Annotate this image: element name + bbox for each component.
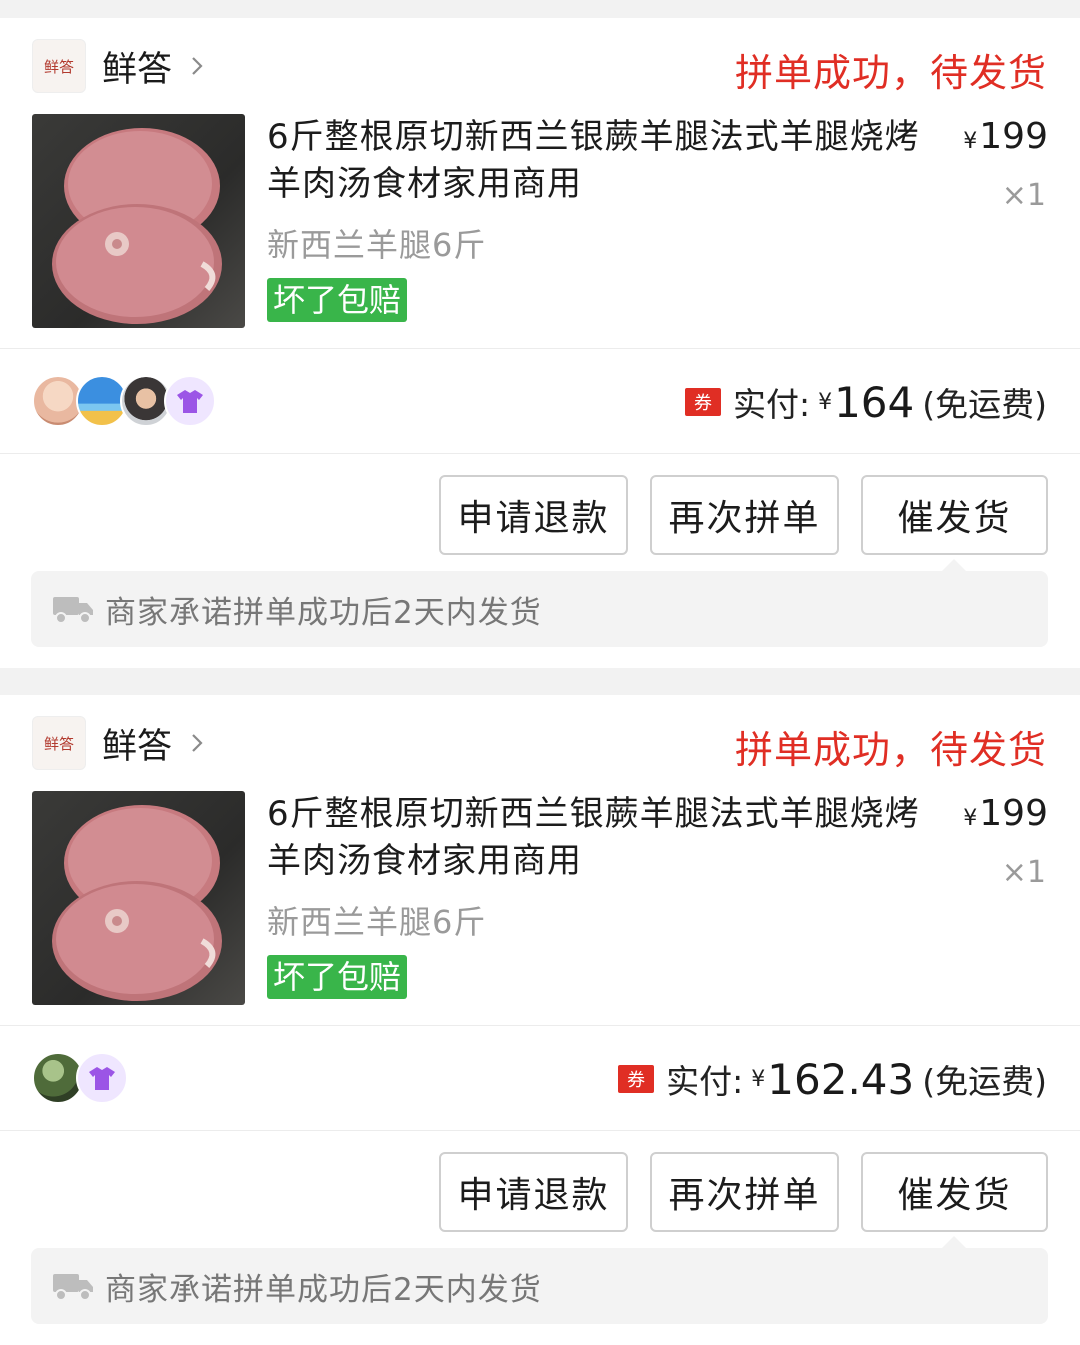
shirt-icon	[89, 1067, 115, 1090]
regroup-button[interactable]: 再次拼单	[650, 1152, 839, 1232]
payment-summary: 券 实付: ¥ 162.43 (免运费)	[618, 1051, 1047, 1107]
divider	[0, 1130, 1080, 1131]
paid-label: 实付:	[666, 1062, 744, 1101]
product-price: ¥199	[963, 793, 1048, 834]
order-actions: 申请退款 再次拼单 催发货	[417, 1152, 1048, 1232]
product-title[interactable]: 6斤整根原切新西兰银蕨羊腿法式羊腿烧烤羊肉汤食材家用商用	[267, 791, 932, 885]
product-thumbnail[interactable]	[32, 791, 245, 1005]
member-avatar[interactable]	[76, 1052, 128, 1104]
product-spec: 新西兰羊腿6斤	[267, 903, 487, 941]
shipping-tip: 商家承诺拼单成功后2天内发货	[31, 1236, 1048, 1324]
product-title[interactable]: 6斤整根原切新西兰银蕨羊腿法式羊腿烧烤羊肉汤食材家用商用	[267, 114, 932, 208]
order-card[interactable]: 鲜答 鲜答 拼单成功，待发货 6斤整根原切新西兰银蕨羊腿法式羊腿烧烤羊肉汤食材家…	[0, 695, 1080, 1345]
currency-symbol: ¥	[818, 389, 833, 415]
shipping-tip: 商家承诺拼单成功后2天内发货	[31, 559, 1048, 647]
currency-symbol: ¥	[751, 1066, 766, 1092]
shop-name[interactable]: 鲜答	[102, 718, 172, 769]
paid-amount: 164	[834, 377, 915, 427]
paid-label: 实付:	[732, 385, 811, 424]
coupon-icon: 券	[684, 388, 721, 416]
guarantee-badge: 坏了包赔	[267, 955, 408, 999]
shipping-tip-text: 商家承诺拼单成功后2天内发货	[105, 1271, 542, 1308]
product-item[interactable]: 6斤整根原切新西兰银蕨羊腿法式羊腿烧烤羊肉汤食材家用商用 新西兰羊腿6斤 坏了包…	[32, 114, 1048, 328]
truck-icon	[53, 597, 93, 624]
product-spec: 新西兰羊腿6斤	[267, 226, 487, 264]
shop-header[interactable]: 鲜答 鲜答	[32, 715, 208, 771]
payment-summary: 券 实付: ¥ 164 (免运费)	[684, 374, 1047, 430]
product-item[interactable]: 6斤整根原切新西兰银蕨羊腿法式羊腿烧烤羊肉汤食材家用商用 新西兰羊腿6斤 坏了包…	[32, 791, 1048, 1005]
product-thumbnail[interactable]	[32, 114, 245, 328]
member-avatar[interactable]	[164, 375, 216, 427]
lamb-leg-slices-image	[52, 128, 222, 324]
urge-shipping-button[interactable]: 催发货	[861, 1152, 1048, 1232]
shop-header[interactable]: 鲜答 鲜答	[32, 38, 208, 94]
group-members[interactable]	[32, 1052, 128, 1104]
coupon-icon: 券	[618, 1065, 655, 1093]
shirt-icon	[177, 390, 203, 413]
order-status: 拼单成功，待发货	[734, 51, 1047, 95]
guarantee-badge: 坏了包赔	[267, 278, 408, 322]
shipping-note: (免运费)	[922, 1062, 1047, 1101]
urge-shipping-button[interactable]: 催发货	[861, 475, 1048, 555]
divider	[0, 1025, 1080, 1026]
regroup-button[interactable]: 再次拼单	[650, 475, 839, 555]
order-status: 拼单成功，待发货	[734, 728, 1047, 772]
order-actions: 申请退款 再次拼单 催发货	[417, 475, 1048, 555]
paid-amount: 162.43	[767, 1054, 915, 1104]
product-price: ¥199	[963, 116, 1048, 157]
divider	[0, 453, 1080, 454]
chevron-right-icon[interactable]	[186, 55, 208, 77]
shipping-tip-text: 商家承诺拼单成功后2天内发货	[105, 594, 542, 631]
shop-logo: 鲜答	[32, 716, 86, 770]
lamb-leg-slices-image	[52, 805, 222, 1001]
refund-button[interactable]: 申请退款	[439, 1152, 628, 1232]
shop-logo: 鲜答	[32, 39, 86, 93]
group-members[interactable]	[32, 375, 216, 427]
shipping-note: (免运费)	[922, 385, 1047, 424]
order-card[interactable]: 鲜答 鲜答 拼单成功，待发货 6斤整根原切新西兰银蕨羊腿法式羊腿烧烤羊肉汤食材家…	[0, 18, 1080, 668]
refund-button[interactable]: 申请退款	[439, 475, 628, 555]
divider	[0, 348, 1080, 349]
product-quantity: ×1	[1001, 855, 1046, 890]
product-quantity: ×1	[1001, 178, 1046, 213]
shop-name[interactable]: 鲜答	[102, 41, 172, 92]
chevron-right-icon[interactable]	[186, 732, 208, 754]
truck-icon	[53, 1274, 93, 1301]
